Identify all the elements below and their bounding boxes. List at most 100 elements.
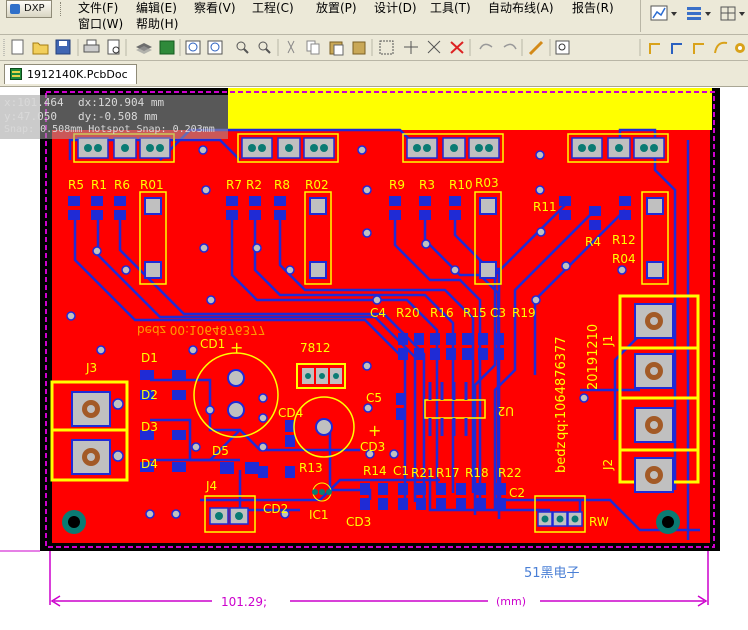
tab-pcb-document[interactable]: 1912140K.PcbDoc: [4, 64, 137, 84]
label-r10: R10: [449, 178, 473, 192]
move-selection-icon[interactable]: [427, 40, 441, 54]
dimension-lines: [0, 550, 709, 607]
save-icon[interactable]: [55, 39, 71, 55]
mirrored-silk-text: bedz 00:1064876377: [137, 323, 265, 337]
board-icon[interactable]: [159, 40, 175, 55]
menu-design[interactable]: 设计(D): [374, 0, 417, 16]
zoom-area-icon[interactable]: [207, 40, 223, 55]
label-j4: J4: [205, 479, 217, 493]
toolbar-grip[interactable]: [60, 2, 64, 16]
menu-help[interactable]: 帮助(H): [136, 15, 178, 32]
align-icon[interactable]: [687, 7, 701, 20]
label-r9: R9: [389, 178, 405, 192]
menu-bar: DXP 文件(F) 编辑(E) 察看(V) 工程(C) 放置(P) 设计(D) …: [0, 0, 748, 35]
dimension-unit: (mm): [496, 595, 527, 608]
menu-project[interactable]: 工程(C): [252, 0, 294, 16]
date-text: 20191210: [586, 324, 601, 390]
layers-icon[interactable]: [136, 43, 152, 54]
right-toolbar: [640, 0, 748, 32]
open-folder-icon[interactable]: [32, 42, 49, 55]
print-preview-icon[interactable]: [107, 39, 120, 55]
label-r04: R04: [612, 252, 636, 266]
place-arc-icon[interactable]: [714, 41, 728, 54]
print-icon[interactable]: [83, 39, 100, 53]
rubber-stamp-icon[interactable]: [352, 41, 366, 55]
label-r16: R16: [430, 306, 454, 320]
silk-band: [228, 88, 712, 130]
cut-icon[interactable]: [287, 40, 295, 54]
label-d5: D5: [212, 444, 229, 458]
plus-mark: +: [368, 421, 381, 440]
dimension-value: 101.29;: [221, 595, 268, 609]
label-r2: R2: [246, 178, 262, 192]
copy-icon[interactable]: [306, 40, 320, 55]
dxp-label: DXP: [24, 3, 45, 14]
label-r15: R15: [463, 306, 487, 320]
cross-probe-icon[interactable]: [528, 40, 544, 56]
label-r14: R14: [363, 464, 387, 478]
dx-coord: dx:120.904 mm: [78, 96, 165, 109]
label-r8: R8: [274, 178, 290, 192]
menu-place[interactable]: 放置(P): [316, 0, 357, 16]
deselect-icon[interactable]: [450, 41, 464, 54]
pcb-document-icon: [10, 68, 22, 80]
snap-info: Snap: 0.508mm Hotspot Snap: 0.203mm: [4, 124, 215, 135]
label-r6: R6: [114, 178, 130, 192]
move-icon[interactable]: [404, 41, 418, 54]
label-d1: D1: [141, 351, 158, 365]
label-r5: R5: [68, 178, 84, 192]
label-r13: R13: [299, 461, 323, 475]
label-c3: C3: [490, 306, 506, 320]
x-coord: x:101.464: [4, 96, 64, 109]
toolbar-icons: [3, 39, 745, 56]
interactive-route-icon[interactable]: [649, 43, 660, 54]
label-r12: R12: [612, 233, 636, 247]
label-r7: R7: [226, 178, 242, 192]
zoom-fit-icon[interactable]: [185, 40, 201, 55]
label-r21: R21: [411, 466, 435, 480]
label-c5: C5: [366, 391, 382, 405]
undo-icon[interactable]: [479, 43, 493, 50]
menu-edit[interactable]: 编辑(E): [136, 0, 177, 16]
chevron-down-icon[interactable]: [705, 12, 711, 16]
chart-icon[interactable]: [650, 5, 668, 21]
label-c2: C2: [509, 486, 525, 500]
paste-icon[interactable]: [329, 41, 344, 56]
menu-view[interactable]: 察看(V): [194, 0, 236, 16]
menu-autoroute[interactable]: 自动布线(A): [488, 0, 554, 16]
zoom-selected-icon[interactable]: [236, 41, 249, 54]
zoom-filter-icon[interactable]: [258, 41, 271, 54]
label-cd3-bottom: CD3: [346, 515, 371, 529]
menu-file[interactable]: 文件(F): [78, 0, 118, 16]
menu-window[interactable]: 窗口(W): [78, 15, 123, 32]
author-text: bedz: [554, 441, 569, 473]
dxp-icon: [10, 4, 20, 14]
select-area-icon[interactable]: [379, 40, 394, 55]
chevron-down-icon[interactable]: [671, 12, 677, 16]
label-ic1: IC1: [309, 508, 329, 522]
chevron-down-icon[interactable]: [739, 12, 745, 16]
menu-tools[interactable]: 工具(T): [430, 0, 471, 16]
dxp-menu[interactable]: DXP: [2, 0, 52, 18]
plus-mark: +: [230, 338, 243, 357]
label-r18: R18: [465, 466, 489, 480]
diff-pair-icon[interactable]: [693, 43, 704, 54]
menu-reports[interactable]: 报告(R): [572, 0, 614, 16]
standard-toolbar: [0, 35, 748, 61]
label-r19: R19: [512, 306, 536, 320]
redo-icon[interactable]: [503, 43, 517, 50]
route-multiple-icon[interactable]: [671, 43, 682, 54]
pcb-board[interactable]: R5 R1 R6 R01 R7 R2 R8 R02 R9 R3 R10 R03 …: [0, 87, 748, 630]
browse-components-icon[interactable]: [555, 40, 570, 55]
document-tab-bar: 1912140K.PcbDoc: [0, 61, 748, 87]
dxp-logo-button[interactable]: DXP: [6, 0, 52, 18]
y-coord: y:47.050: [4, 110, 57, 123]
new-file-icon[interactable]: [11, 39, 24, 55]
label-cd2: CD2: [263, 502, 288, 516]
grid-icon[interactable]: [720, 6, 736, 21]
label-r17: R17: [436, 466, 460, 480]
pcb-editor-canvas[interactable]: R5 R1 R6 R01 R7 R2 R8 R02 R9 R3 R10 R03 …: [0, 87, 748, 630]
label-r11: R11: [533, 200, 557, 214]
place-pad-icon[interactable]: [735, 43, 745, 53]
label-u2: U2: [498, 404, 514, 418]
